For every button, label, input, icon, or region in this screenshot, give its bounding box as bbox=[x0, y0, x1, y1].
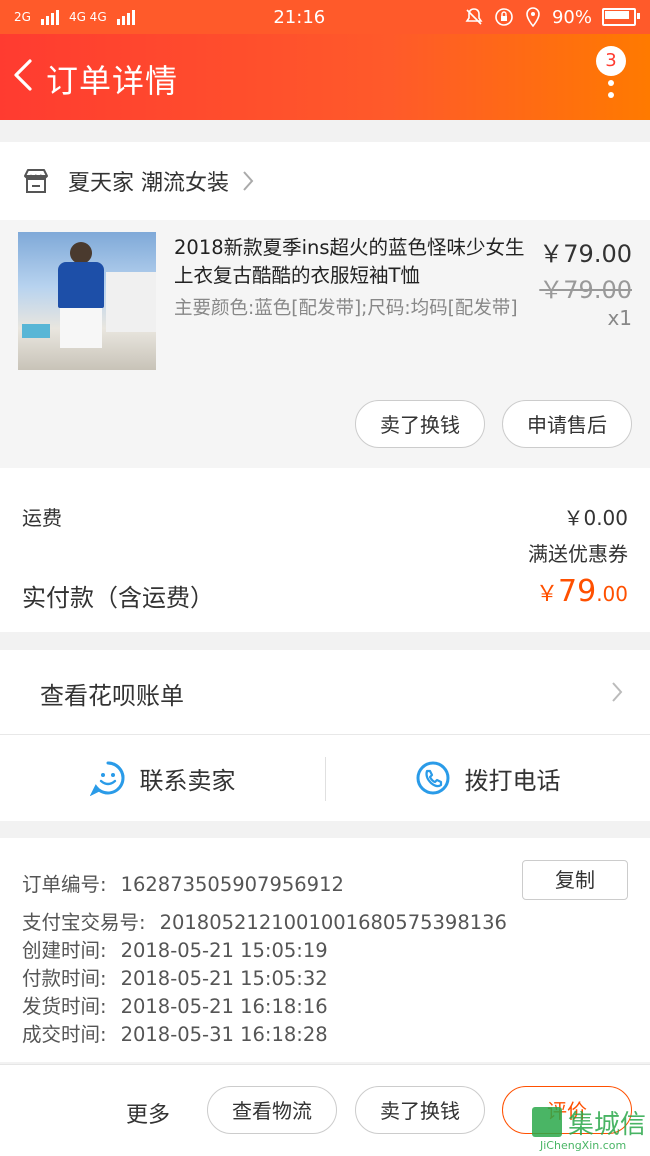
fee-summary: 运费 ￥0.00 满送优惠券 实付款（含运费） ￥79.00 bbox=[0, 468, 650, 632]
alipay-value: 2018052121001001680575398136 bbox=[159, 911, 507, 934]
chevron-right-icon bbox=[612, 682, 623, 702]
chat-smile-icon bbox=[89, 761, 124, 796]
status-bar: 2G 4G 4G 21:16 90% bbox=[0, 0, 650, 34]
chevron-right-icon bbox=[243, 171, 254, 191]
notification-badge: 3 bbox=[596, 46, 626, 76]
created-row: 创建时间: 2018-05-21 15:05:19 bbox=[22, 934, 328, 963]
paid-decimal: .00 bbox=[596, 582, 628, 606]
shipped-row: 发货时间: 2018-05-21 16:18:16 bbox=[22, 990, 328, 1019]
status-right: 90% bbox=[464, 6, 640, 28]
original-price: ￥79.00 bbox=[539, 276, 632, 304]
order-info: 订单编号: 162873505907956912 复制 支付宝交易号: 201805… bbox=[0, 838, 650, 1062]
created-label: 创建时间: bbox=[22, 939, 107, 962]
paid-amount: ￥79.00 bbox=[536, 574, 628, 609]
svg-text:集城信: 集城信 bbox=[568, 1110, 646, 1140]
svg-text:JiChengXin.com: JiChengXin.com bbox=[539, 1139, 626, 1151]
network-indicators: 2G 4G 4G bbox=[14, 9, 135, 25]
chevron-left-icon[interactable] bbox=[12, 58, 34, 92]
signal-bars-icon bbox=[116, 9, 135, 25]
watermark-logo: 集城信 JiChengXin.com bbox=[530, 1105, 646, 1152]
product-price: ￥79.00 bbox=[539, 240, 632, 268]
order-number-label: 订单编号: bbox=[22, 873, 107, 896]
location-icon bbox=[526, 7, 540, 27]
shop-name: 夏天家 潮流女装 bbox=[68, 171, 229, 196]
more-vertical-icon bbox=[608, 80, 614, 104]
battery-icon bbox=[601, 8, 640, 26]
contact-seller-label: 联系卖家 bbox=[139, 766, 236, 795]
coupon-text: 满送优惠券 bbox=[528, 542, 628, 566]
contact-seller-button[interactable]: 联系卖家 bbox=[0, 735, 325, 821]
lock-rotation-icon bbox=[495, 8, 513, 26]
sell-for-cash-bottom-button[interactable]: 卖了换钱 bbox=[355, 1086, 485, 1134]
completed-row: 成交时间: 2018-05-31 16:18:28 bbox=[22, 1018, 328, 1047]
network-2g-label: 2G bbox=[14, 10, 31, 24]
store-icon bbox=[24, 169, 48, 193]
after-sales-button[interactable]: 申请售后 bbox=[502, 400, 632, 448]
more-button[interactable]: 更多 bbox=[126, 1097, 170, 1129]
shipping-label: 运费 bbox=[22, 506, 62, 530]
status-time: 21:16 bbox=[273, 6, 326, 28]
silent-bell-icon bbox=[465, 8, 483, 25]
product-title: 2018新款夏季ins超火的蓝色怪味少女生上衣复古酷酷的衣服短袖T恤 bbox=[174, 236, 525, 287]
product-quantity: x1 bbox=[607, 306, 632, 330]
battery-percent: 90% bbox=[551, 6, 592, 28]
paid-time-label: 付款时间: bbox=[22, 967, 107, 990]
shipped-value: 2018-05-21 16:18:16 bbox=[120, 995, 328, 1018]
shipped-label: 发货时间: bbox=[22, 995, 107, 1018]
created-value: 2018-05-21 15:05:19 bbox=[120, 939, 328, 962]
paid-time-row: 付款时间: 2018-05-21 15:05:32 bbox=[22, 962, 328, 991]
product-spec: 主要颜色:蓝色[配发带];尺码:均码[配发带] bbox=[174, 298, 518, 319]
completed-label: 成交时间: bbox=[22, 1023, 107, 1046]
copy-button[interactable]: 复制 bbox=[522, 860, 628, 900]
call-phone-label: 拨打电话 bbox=[464, 766, 561, 795]
shop-row[interactable]: 夏天家 潮流女装 bbox=[0, 142, 650, 220]
huabei-label: 查看花呗账单 bbox=[40, 682, 184, 710]
alipay-row: 支付宝交易号: 2018052121001001680575398136 bbox=[22, 906, 507, 935]
more-menu-button[interactable]: 3 bbox=[594, 44, 634, 104]
app-header: 订单详情 3 bbox=[0, 34, 650, 120]
paid-integer: 79 bbox=[558, 574, 597, 609]
order-number-row: 订单编号: 162873505907956912 bbox=[22, 868, 344, 897]
huabei-bill-row[interactable]: 查看花呗账单 bbox=[0, 650, 650, 734]
alipay-label: 支付宝交易号: bbox=[22, 911, 146, 934]
shipping-value: ￥0.00 bbox=[563, 506, 628, 530]
order-item[interactable]: 2018新款夏季ins超火的蓝色怪味少女生上衣复古酷酷的衣服短袖T恤 主要颜色:… bbox=[0, 220, 650, 468]
bottom-action-bar: 更多 查看物流 卖了换钱 评价 集城信 JiChengXin.com bbox=[0, 1064, 650, 1156]
phone-icon bbox=[416, 761, 449, 795]
order-number-value: 162873505907956912 bbox=[120, 873, 344, 896]
product-image[interactable] bbox=[18, 232, 156, 370]
completed-value: 2018-05-31 16:18:28 bbox=[120, 1023, 328, 1046]
view-logistics-button[interactable]: 查看物流 bbox=[207, 1086, 337, 1134]
contact-bar: 联系卖家 拨打电话 bbox=[0, 734, 650, 821]
paid-label: 实付款（含运费） bbox=[22, 584, 214, 612]
signal-bars-icon bbox=[40, 9, 59, 25]
network-4g-label: 4G 4G bbox=[68, 10, 107, 24]
paid-currency: ￥ bbox=[535, 582, 558, 607]
sell-for-cash-button[interactable]: 卖了换钱 bbox=[355, 400, 485, 448]
call-phone-button[interactable]: 拨打电话 bbox=[325, 735, 650, 821]
page-title: 订单详情 bbox=[46, 62, 179, 100]
paid-time-value: 2018-05-21 15:05:32 bbox=[120, 967, 328, 990]
